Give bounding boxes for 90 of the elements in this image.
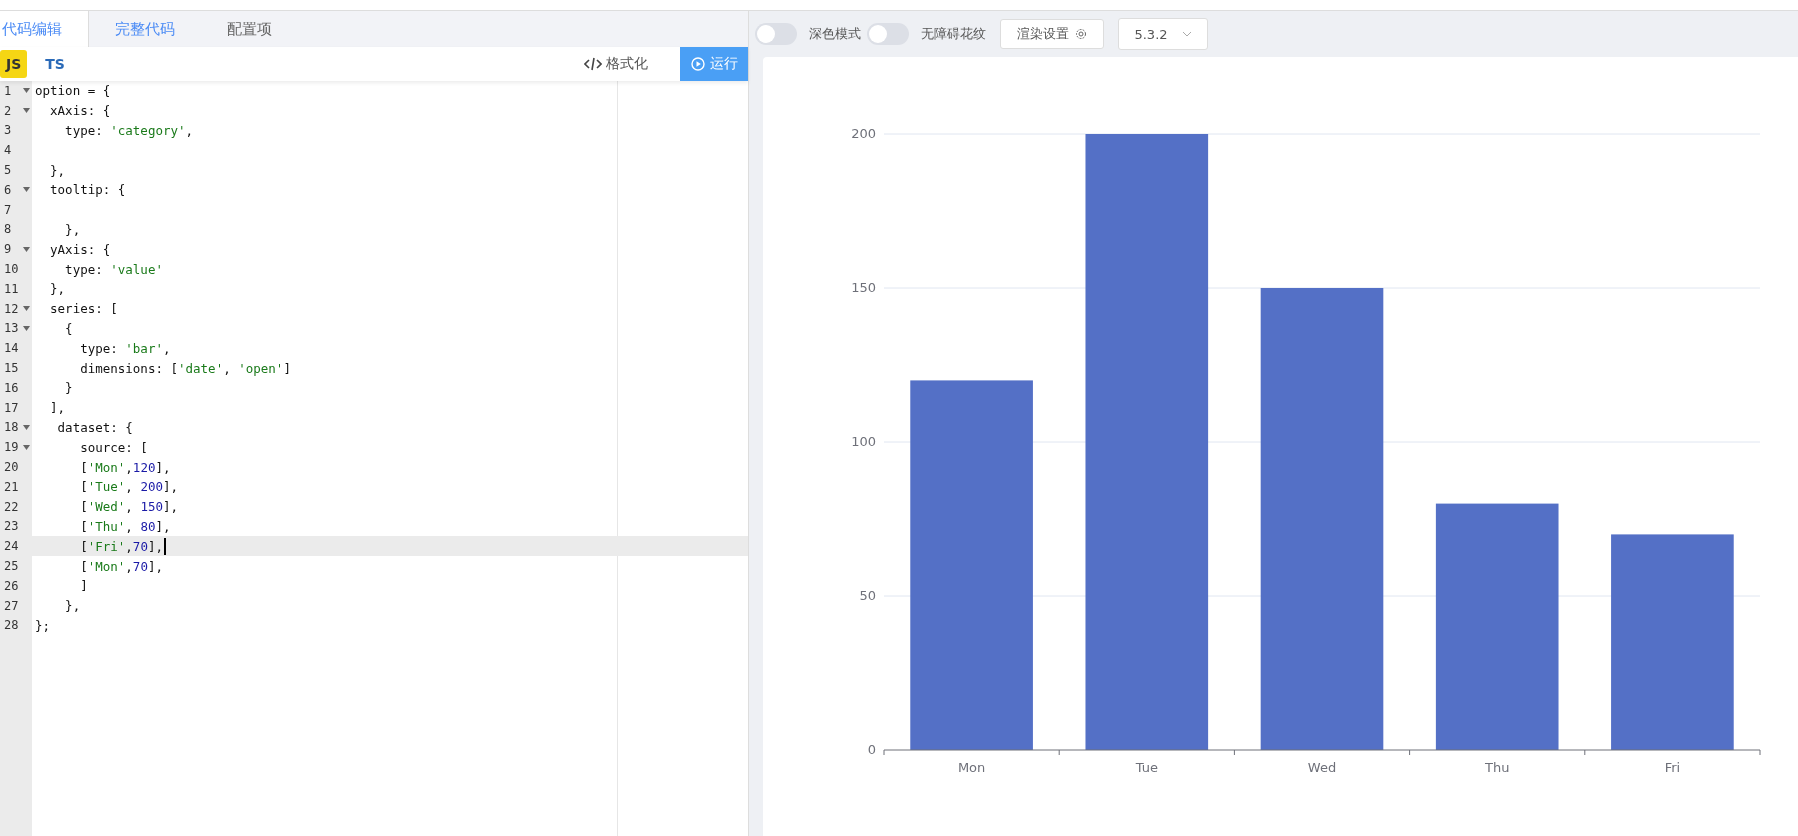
toggle-switch[interactable] <box>755 23 797 45</box>
fold-caret-icon[interactable] <box>23 424 30 430</box>
line-number: 1 <box>4 83 13 98</box>
render-settings-button[interactable]: 渲染设置 <box>1000 19 1104 49</box>
code-line: }, <box>49 281 66 297</box>
code-line: ['Fri',70], <box>79 538 163 554</box>
version-select[interactable]: 5.3.2 <box>1118 18 1208 50</box>
code-line: tooltip: { <box>49 182 126 198</box>
y-axis-label: 150 <box>851 280 876 295</box>
fold-caret-icon[interactable] <box>23 187 30 193</box>
code-line: type: 'bar', <box>79 340 171 356</box>
y-axis-label: 0 <box>867 742 876 757</box>
code-line: }; <box>34 617 51 633</box>
code-line: { <box>64 320 73 336</box>
code-line: }, <box>64 221 81 237</box>
y-axis-label: 100 <box>851 434 876 449</box>
fold-caret-icon[interactable] <box>23 444 30 450</box>
code-line: type: 'category', <box>64 123 194 138</box>
x-axis-label: Tue <box>1135 760 1158 775</box>
line-number: 13 <box>4 321 20 336</box>
line-number: 7 <box>4 202 13 217</box>
code-line: ] <box>79 578 88 594</box>
line-number: 22 <box>4 499 20 514</box>
toggle-label: 无障碍花纹 <box>921 25 986 43</box>
line-number: 28 <box>4 618 20 633</box>
editor-tab[interactable]: 完整代码 <box>89 11 201 47</box>
line-number: 9 <box>4 242 13 257</box>
y-axis-label: 50 <box>859 588 876 603</box>
x-axis-label: Thu <box>1485 760 1510 775</box>
toggle-switch[interactable] <box>867 23 909 45</box>
code-line: source: [ <box>79 439 148 455</box>
code-line: type: 'value' <box>64 261 163 277</box>
line-number: 24 <box>4 539 20 554</box>
line-number: 10 <box>4 262 20 277</box>
language-tab[interactable]: TS <box>39 50 71 78</box>
line-number: 2 <box>4 103 13 118</box>
run-button[interactable]: 运行 <box>680 47 748 81</box>
fold-caret-icon[interactable] <box>23 108 30 114</box>
line-number: 25 <box>4 559 20 573</box>
line-number: 17 <box>4 400 20 415</box>
toggle-label: 深色模式 <box>809 25 861 43</box>
line-number: 27 <box>4 598 20 613</box>
play-circle-icon <box>690 57 705 71</box>
line-number: 12 <box>4 301 20 316</box>
x-axis-label: Mon <box>957 760 986 775</box>
editor-tab[interactable]: 配置项 <box>201 11 298 47</box>
code-line: ['Wed', 150], <box>79 499 179 515</box>
fold-caret-icon[interactable] <box>23 88 30 94</box>
line-number: 14 <box>4 341 20 356</box>
code-line: ['Thu', 80], <box>79 518 171 534</box>
line-number: 15 <box>4 361 20 376</box>
y-axis-label: 200 <box>851 126 876 141</box>
gear-icon <box>1075 28 1087 40</box>
code-line: } <box>64 380 73 396</box>
code-line: ], <box>49 400 66 416</box>
line-number: 19 <box>4 440 20 455</box>
line-number: 26 <box>4 578 20 593</box>
line-number: 16 <box>4 380 20 395</box>
code-line: xAxis: { <box>49 103 111 119</box>
code-line: series: [ <box>49 301 118 317</box>
x-axis-label: Fri <box>1664 760 1681 775</box>
line-number: 21 <box>4 479 20 494</box>
fold-caret-icon[interactable] <box>23 246 30 252</box>
text-cursor <box>164 537 166 555</box>
line-number: 5 <box>4 163 13 178</box>
code-line: yAxis: { <box>49 241 111 257</box>
code-line: }, <box>49 162 66 178</box>
line-number: 11 <box>4 281 20 296</box>
fold-caret-icon[interactable] <box>23 325 30 331</box>
code-line: dimensions: ['date', 'open'] <box>79 360 291 376</box>
code-icon <box>584 57 602 71</box>
chevron-down-icon <box>1181 31 1192 37</box>
format-button[interactable]: 格式化 <box>578 54 654 74</box>
x-axis-label: Wed <box>1307 760 1337 775</box>
line-number: 18 <box>4 420 20 435</box>
code-line: ['Tue', 200], <box>79 479 179 495</box>
code-line: option = { <box>34 83 111 99</box>
code-line: }, <box>64 598 81 614</box>
line-number: 6 <box>4 182 13 197</box>
line-number: 8 <box>4 222 13 237</box>
fold-caret-icon[interactable] <box>23 306 30 312</box>
code-line: dataset: { <box>56 419 133 435</box>
editor-tab[interactable]: 代码编辑 <box>0 11 89 47</box>
line-number: 4 <box>4 143 13 158</box>
line-number: 3 <box>4 123 13 138</box>
code-line: ['Mon',120], <box>79 459 171 475</box>
language-tab[interactable]: JS <box>0 50 28 78</box>
line-number: 23 <box>4 519 20 534</box>
code-line: ['Mon',70], <box>79 558 163 574</box>
line-number: 20 <box>4 460 20 475</box>
